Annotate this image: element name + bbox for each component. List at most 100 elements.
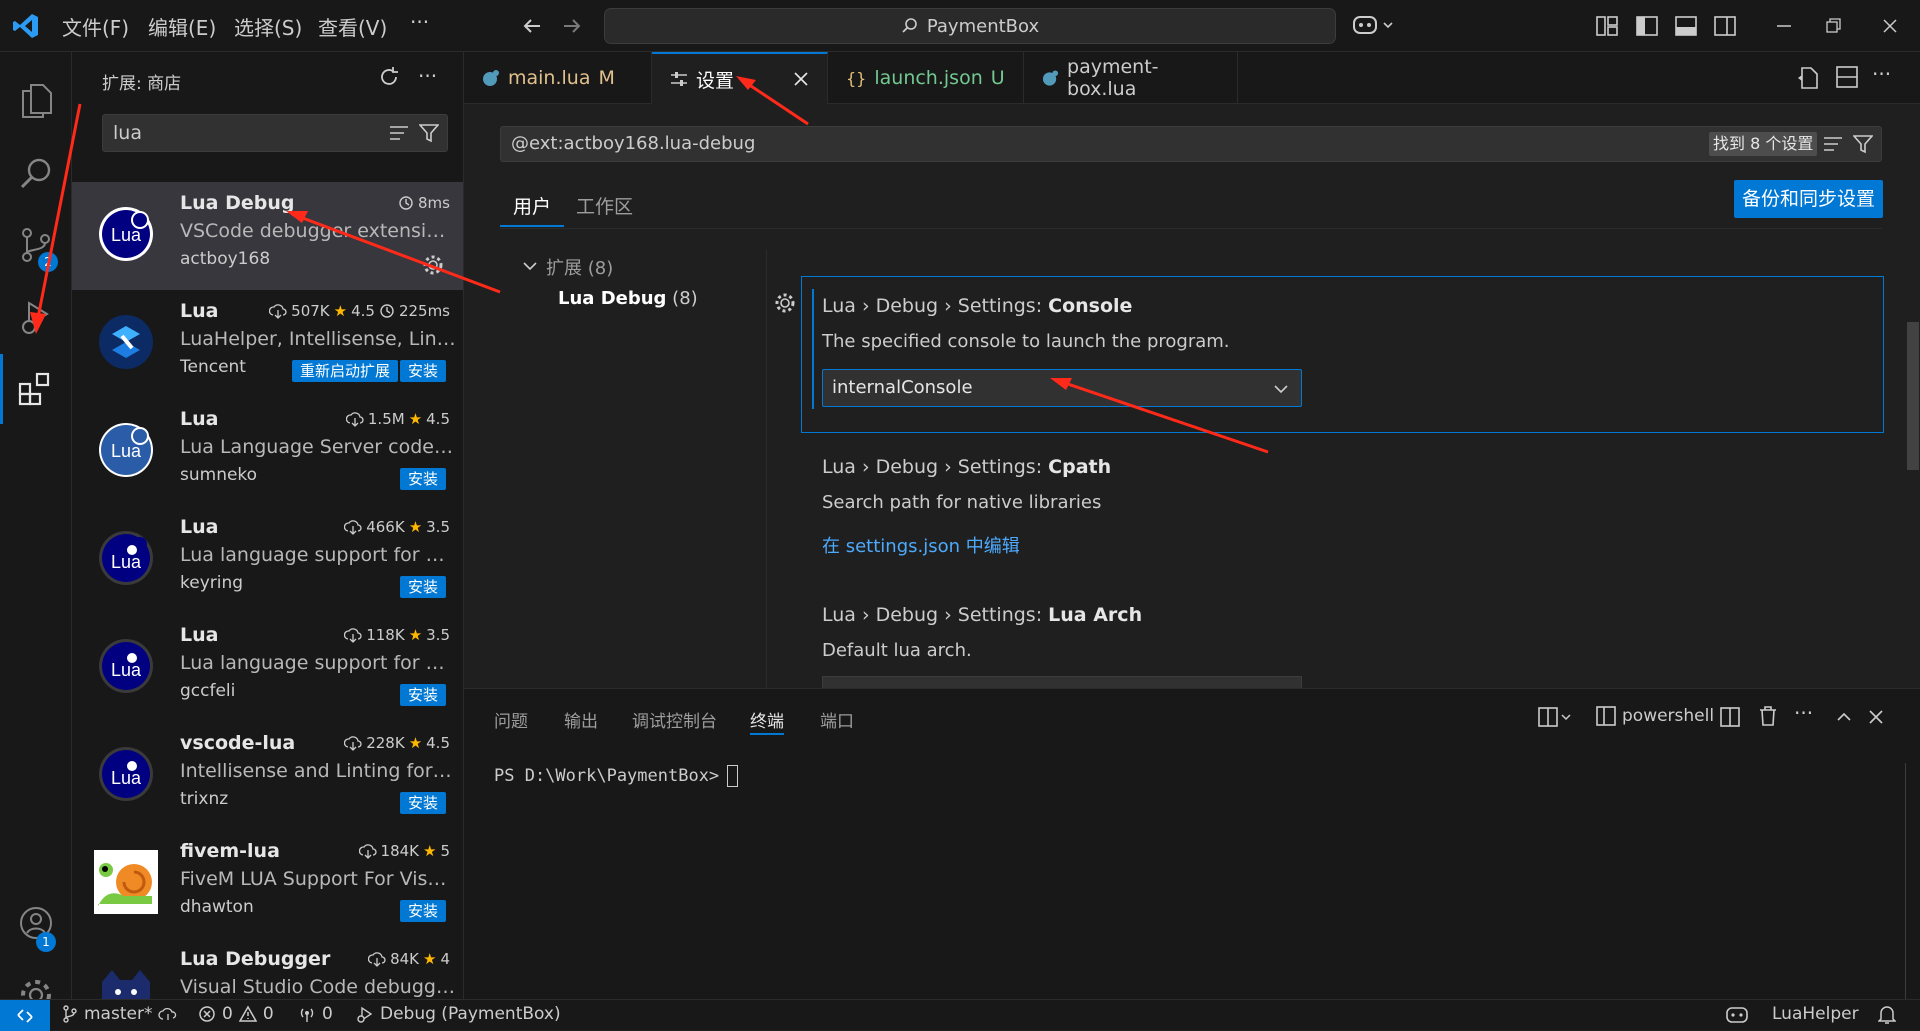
scope-tab-user[interactable]: 用户 — [513, 192, 551, 219]
luahelper-status[interactable]: LuaHelper — [1772, 1004, 1859, 1024]
toggle-panel-icon[interactable] — [1675, 16, 1697, 36]
extension-name: fivem-lua — [180, 840, 280, 862]
menu-more-button[interactable]: ··· — [410, 10, 429, 34]
edit-in-settings-json-link[interactable]: 在 settings.json 中编辑 — [822, 532, 1020, 558]
clear-filter-icon[interactable] — [389, 124, 409, 142]
extensions-icon[interactable] — [0, 354, 72, 424]
panel-more-button[interactable]: ··· — [1794, 701, 1813, 725]
panel-tab-ports[interactable]: 端口 — [820, 707, 854, 732]
search-view-icon[interactable] — [0, 138, 72, 208]
tab-settings[interactable]: 设置 — [652, 52, 828, 104]
forward-arrow-icon[interactable] — [560, 14, 584, 38]
toggle-secondary-sidebar-icon[interactable] — [1714, 16, 1736, 36]
star-icon: ★ — [423, 842, 437, 860]
toc-extensions-group[interactable]: 扩展 (8) — [546, 254, 613, 280]
terminal-output[interactable]: PS D:\Work\PaymentBox> — [494, 765, 739, 787]
lua-logo-icon: Lua — [98, 746, 154, 802]
ports-status[interactable]: 0 — [298, 1004, 333, 1024]
terminal-selector[interactable]: powershell — [1596, 706, 1714, 726]
close-window-icon[interactable] — [1882, 18, 1898, 34]
close-tab-icon[interactable] — [793, 71, 809, 87]
minimize-icon[interactable] — [1776, 24, 1792, 28]
menu-file[interactable]: 文件(F) — [62, 12, 129, 41]
toc-lua-debug-item[interactable]: Lua Debug (8) — [558, 288, 698, 309]
menu-selection[interactable]: 选择(S) — [234, 12, 302, 41]
run-debug-icon[interactable] — [0, 282, 72, 352]
split-editor-icon[interactable] — [1836, 66, 1858, 88]
extension-item-lua-debugger[interactable]: Lua Debugger 84K ★ 4 Visual Studio Code … — [72, 938, 463, 999]
extension-item-luahelper[interactable]: Lua 507K ★ 4.5 225ms LuaHelper, Intellis… — [72, 290, 463, 398]
settings-filter-icon[interactable] — [1853, 134, 1873, 154]
open-settings-json-icon[interactable] — [1796, 66, 1820, 90]
settings-scrollbar[interactable] — [1906, 104, 1920, 688]
remote-indicator-icon[interactable] — [0, 1000, 50, 1031]
customize-layout-icon[interactable] — [1596, 16, 1618, 36]
debug-status[interactable]: Debug (PaymentBox) — [356, 1004, 561, 1024]
extension-name: Lua Debug — [180, 192, 295, 214]
setting-description: The specified console to launch the prog… — [822, 331, 1230, 352]
panel-tab-debug-console[interactable]: 调试控制台 — [632, 707, 717, 732]
install-button[interactable]: 安装 — [399, 900, 446, 922]
filter-icon[interactable] — [419, 123, 439, 143]
back-arrow-icon[interactable] — [520, 14, 544, 38]
sync-cloud-icon[interactable] — [158, 1006, 178, 1022]
manage-extension-gear-icon[interactable] — [422, 254, 444, 276]
setting-gear-icon[interactable] — [774, 292, 796, 314]
chevron-down-icon[interactable] — [522, 258, 538, 274]
extension-stats: 1.5M ★ 4.5 — [345, 410, 450, 428]
lua-file-icon — [483, 70, 499, 86]
panel-tab-terminal[interactable]: 终端 — [750, 707, 784, 732]
extension-item-fivem-lua[interactable]: fivem-lua 184K ★ 5 FiveM LUA Support For… — [72, 830, 463, 938]
editor-more-button[interactable]: ··· — [1872, 62, 1891, 86]
explorer-icon[interactable] — [0, 66, 72, 136]
split-terminal-icon[interactable] — [1720, 707, 1740, 727]
menu-view[interactable]: 查看(V) — [318, 12, 387, 41]
snail-logo-icon — [94, 850, 158, 914]
trash-icon[interactable] — [1758, 705, 1778, 727]
extension-search-input[interactable]: lua — [102, 114, 448, 152]
lua-arch-select[interactable] — [822, 676, 1302, 688]
command-center-search[interactable]: PaymentBox — [604, 8, 1336, 44]
extension-item-keyring-lua[interactable]: Lua Lua 466K ★ 3.5 Lua language support … — [72, 506, 463, 614]
branch-status[interactable]: master* — [62, 1004, 178, 1024]
copilot-icon[interactable] — [1352, 12, 1396, 38]
settings-search-input[interactable]: @ext:actboy168.lua-debug 找到 8 个设置 — [500, 126, 1882, 162]
toggle-primary-sidebar-icon[interactable] — [1636, 16, 1658, 36]
install-button[interactable]: 安装 — [399, 792, 446, 814]
restore-icon[interactable] — [1826, 18, 1842, 34]
status-bar: master* 0 0 0 Debug (PaymentBox) LuaHelp… — [0, 999, 1920, 1031]
panel-tab-output[interactable]: 输出 — [564, 707, 598, 732]
install-button[interactable]: 安装 — [399, 576, 446, 598]
source-control-icon[interactable]: 2 — [0, 210, 72, 280]
console-select[interactable]: internalConsole — [822, 369, 1302, 407]
refresh-icon[interactable] — [378, 66, 400, 88]
tab-payment-box-lua[interactable]: payment-box.lua — [1024, 52, 1238, 104]
problems-status[interactable]: 0 0 — [198, 1004, 274, 1024]
scrollbar-thumb[interactable] — [1907, 322, 1919, 470]
tab-main-lua[interactable]: main.lua M — [464, 52, 652, 104]
restart-extension-button[interactable]: 重新启动扩展 — [291, 360, 398, 382]
extension-item-gccfeli-lua[interactable]: Lua Lua 118K ★ 3.5 Lua language support … — [72, 614, 463, 722]
close-panel-icon[interactable] — [1868, 709, 1884, 725]
scope-tab-workspace[interactable]: 工作区 — [576, 192, 633, 219]
extension-item-vscode-lua[interactable]: Lua vscode-lua 228K ★ 4.5 Intellisense a… — [72, 722, 463, 830]
backup-sync-button[interactable]: 备份和同步设置 — [1734, 180, 1884, 218]
menu-edit[interactable]: 编辑(E) — [148, 12, 216, 41]
star-icon: ★ — [423, 950, 437, 968]
notifications-bell-icon[interactable] — [1878, 1005, 1896, 1025]
panel-tab-problems[interactable]: 问题 — [494, 707, 528, 732]
install-button[interactable]: 安装 — [399, 684, 446, 706]
accounts-icon[interactable]: 1 — [0, 888, 72, 958]
lua-logo-icon: Lua — [98, 530, 154, 586]
clear-settings-filter-icon[interactable] — [1823, 135, 1843, 153]
tab-launch-json[interactable]: {} launch.json U — [828, 52, 1024, 104]
sidebar-more-button[interactable]: ··· — [418, 64, 437, 88]
extension-name: Lua — [180, 516, 219, 538]
extension-item-sumneko-lua[interactable]: Lua Lua 1.5M ★ 4.5 Lua Language Server c… — [72, 398, 463, 506]
maximize-panel-chevron-up-icon[interactable] — [1836, 709, 1852, 725]
copilot-status-icon[interactable] — [1726, 1004, 1748, 1024]
new-terminal-split-icon[interactable] — [1538, 707, 1574, 727]
install-button[interactable]: 安装 — [399, 468, 446, 490]
install-button[interactable]: 安装 — [399, 360, 446, 382]
extension-item-lua-debug[interactable]: Lua Lua Debug 8ms VSCode debugger extens… — [72, 182, 463, 290]
